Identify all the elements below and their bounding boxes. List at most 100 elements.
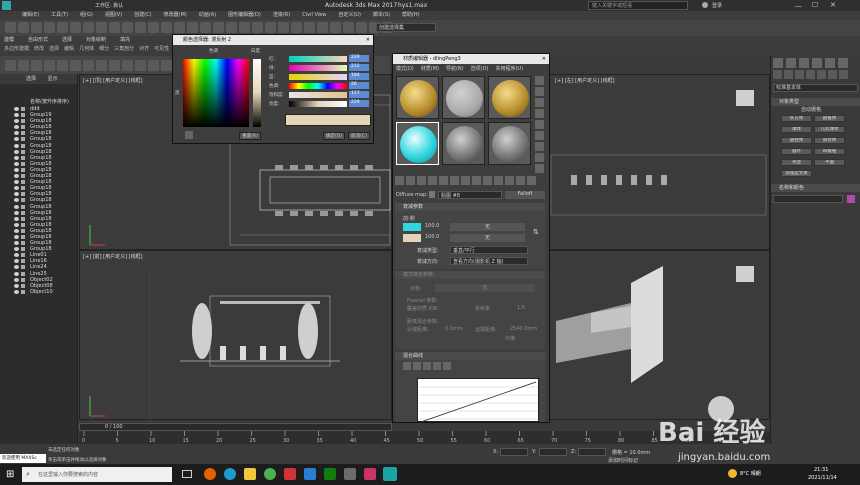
channel-slider[interactable] <box>289 65 347 71</box>
swap-icon[interactable]: ⇅ <box>533 228 539 236</box>
mix-curve-header[interactable]: 混合曲线 <box>395 352 545 360</box>
near-distance-value[interactable]: 0.0mm <box>445 326 463 332</box>
create-category-icon[interactable] <box>806 70 815 79</box>
ribbon-tab[interactable]: 对象绘制 <box>86 37 106 43</box>
menu-item[interactable]: 帮助(H) <box>402 12 420 18</box>
material-tool-icon[interactable] <box>516 176 525 185</box>
menu-item[interactable]: 编辑(E) <box>22 12 39 18</box>
menu-item[interactable]: Civil View <box>302 12 326 18</box>
toolbar-tool-icon[interactable] <box>317 22 328 33</box>
toolbar-tool-icon[interactable] <box>187 22 198 33</box>
name-color-header[interactable]: 名称和颜色 <box>771 184 860 192</box>
material-slot-5[interactable] <box>442 122 485 165</box>
explorer-tab-display[interactable]: 显示 <box>38 76 58 82</box>
toolbar-tool-icon[interactable] <box>291 22 302 33</box>
visibility-eye-icon[interactable] <box>14 216 19 221</box>
command-panel-tab-icon[interactable] <box>812 58 822 68</box>
visibility-eye-icon[interactable] <box>14 228 19 233</box>
tool-icon[interactable] <box>31 60 42 71</box>
visibility-eye-icon[interactable] <box>14 222 19 227</box>
material-slot-3[interactable] <box>488 76 531 119</box>
toolbar-tool-icon[interactable] <box>226 22 237 33</box>
command-panel-tab-icon[interactable] <box>799 58 809 68</box>
3dsmax-icon[interactable] <box>383 467 397 481</box>
ribbon-subtab[interactable]: 编辑 <box>64 46 74 52</box>
map-name-field[interactable]: 贴图 #8 <box>438 191 502 199</box>
windows-start-icon[interactable]: ⊞ <box>6 469 14 480</box>
login-label[interactable]: 登录 <box>712 2 722 9</box>
toolbar-tool-icon[interactable] <box>356 22 367 33</box>
visibility-eye-icon[interactable] <box>14 198 19 203</box>
material-tool-icon[interactable] <box>535 153 544 162</box>
explorer-header[interactable]: 名称(按升序排序) <box>0 98 77 106</box>
toolbar-tool-icon[interactable] <box>265 22 276 33</box>
override-ior-checkbox[interactable]: 覆盖材质 IOR <box>407 305 437 312</box>
ribbon-subtab[interactable]: 可见性 <box>154 46 169 52</box>
menu-item[interactable]: 渲染(R) <box>273 12 290 18</box>
visibility-eye-icon[interactable] <box>14 271 19 276</box>
toolbar-tool-icon[interactable] <box>122 22 133 33</box>
material-menu-item[interactable]: 模式(D) <box>396 66 414 72</box>
visibility-eye-icon[interactable] <box>14 253 19 258</box>
material-editor-titlebar[interactable]: 材质编辑器 - dlingPeng3 ✕ <box>393 54 549 64</box>
visibility-eye-icon[interactable] <box>14 186 19 191</box>
whiteness-slider[interactable] <box>253 59 261 127</box>
material-tool-icon[interactable] <box>417 176 426 185</box>
clock-date[interactable]: 2021/11/14 <box>808 475 837 481</box>
material-tool-icon[interactable] <box>406 176 415 185</box>
toolbar-tool-icon[interactable] <box>239 22 250 33</box>
visibility-eye-icon[interactable] <box>14 143 19 148</box>
channel-slider[interactable] <box>289 101 347 107</box>
material-tool-icon[interactable] <box>535 164 544 173</box>
channel-slider[interactable] <box>289 56 347 62</box>
x-field[interactable] <box>500 448 528 456</box>
add-time-tag[interactable]: 添加时间标记 <box>608 457 638 464</box>
command-panel-tab-icon[interactable] <box>786 58 796 68</box>
curve-tool-icon[interactable] <box>403 362 411 370</box>
tool-icon[interactable] <box>109 60 120 71</box>
material-tool-icon[interactable] <box>472 176 481 185</box>
ribbon-tab[interactable]: 自由形式 <box>28 37 48 43</box>
visibility-eye-icon[interactable] <box>14 259 19 264</box>
search-box[interactable]: 键入关键字或短语 <box>588 1 688 10</box>
tool-icon[interactable] <box>96 60 107 71</box>
close-icon[interactable]: ✕ <box>830 1 836 9</box>
extrapolate-checkbox[interactable]: 外推 <box>505 335 515 342</box>
toolbar-tool-icon[interactable] <box>252 22 263 33</box>
viewport-left[interactable]: [+] [左] [用户定义] [线框] <box>540 74 770 250</box>
material-tool-icon[interactable] <box>494 176 503 185</box>
object-type-button[interactable]: 圆锥体 <box>814 115 845 122</box>
material-tool-icon[interactable] <box>461 176 470 185</box>
falloff-params-header[interactable]: 衰减参数 <box>395 203 545 211</box>
material-menu-item[interactable]: 选项(O) <box>471 66 489 72</box>
toolbar-tool-icon[interactable] <box>31 22 42 33</box>
ribbon-subtab[interactable]: 几何体 <box>79 46 94 52</box>
toolbar-tool-icon[interactable] <box>96 22 107 33</box>
tool-icon[interactable] <box>44 60 55 71</box>
tool-icon[interactable] <box>70 60 81 71</box>
channel-value[interactable]: 184 <box>349 73 369 80</box>
toolbar-tool-icon[interactable] <box>44 22 55 33</box>
channel-value[interactable]: 229 <box>349 100 369 107</box>
menu-item[interactable]: 图形编辑器(D) <box>228 12 261 18</box>
y-field[interactable] <box>539 448 567 456</box>
curve-tool-icon[interactable] <box>423 362 431 370</box>
viewport-front[interactable]: [+] [前] [用户定义] [线框] <box>79 250 392 421</box>
maximize-icon[interactable]: ☐ <box>812 1 818 9</box>
toolbar-tool-icon[interactable] <box>278 22 289 33</box>
tool-icon[interactable] <box>148 60 159 71</box>
material-slot-2[interactable] <box>442 76 485 119</box>
menu-item[interactable]: 自定义(U) <box>338 12 361 18</box>
eyedropper-icon[interactable] <box>429 191 435 198</box>
material-tool-icon[interactable] <box>535 98 544 107</box>
toolbar-tool-icon[interactable] <box>5 22 16 33</box>
material-menu-item[interactable]: 实用程序(U) <box>495 66 523 72</box>
create-category-icon[interactable] <box>795 70 804 79</box>
visibility-eye-icon[interactable] <box>14 234 19 239</box>
toolbar-tool-icon[interactable] <box>213 22 224 33</box>
app-icon-2[interactable] <box>304 468 316 480</box>
edge-icon[interactable] <box>224 468 236 480</box>
channel-slider[interactable] <box>289 74 347 80</box>
material-tool-icon[interactable] <box>439 176 448 185</box>
object-name-field[interactable] <box>773 195 843 203</box>
